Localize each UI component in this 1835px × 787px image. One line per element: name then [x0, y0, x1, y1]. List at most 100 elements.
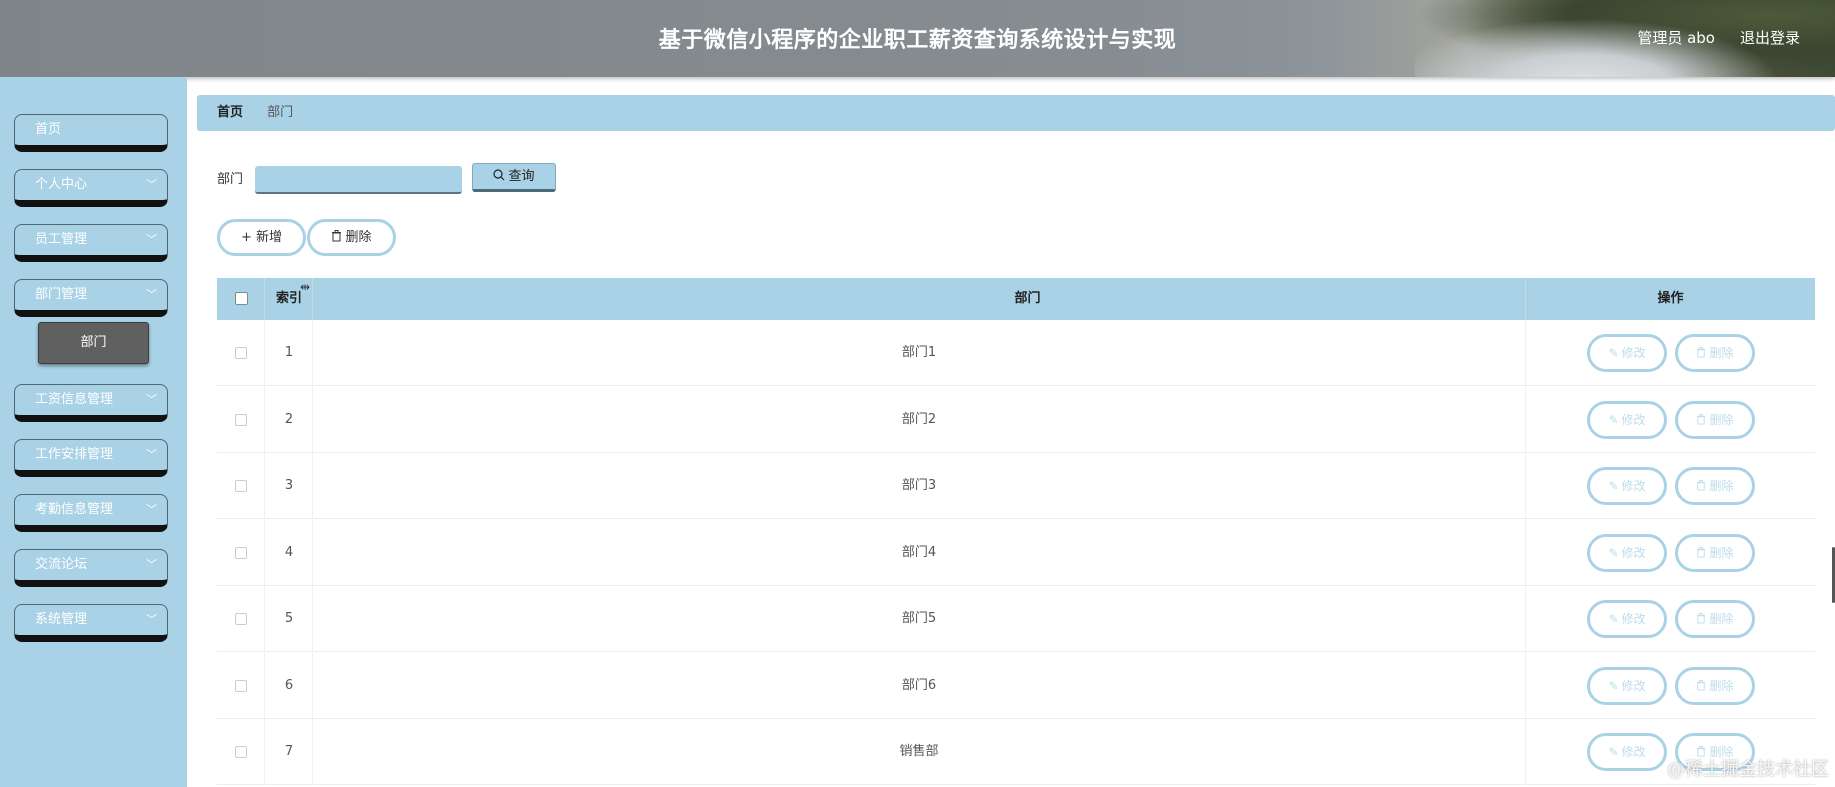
row-checkbox[interactable] — [235, 613, 247, 625]
edit-button[interactable]: ✎ 修改 — [1587, 733, 1667, 771]
sidebar: 首页 个人中心 ﹀ 员工管理 ﹀ 部门管理 ﹀ 部门 工资信息管理 ﹀ 工作安排… — [0, 77, 187, 787]
trash-icon — [1697, 613, 1706, 624]
sidebar-item-salary-management[interactable]: 工资信息管理 ﹀ — [14, 384, 168, 422]
add-button[interactable]: + 新增 — [217, 219, 306, 256]
row-delete-button[interactable]: 删除 — [1675, 666, 1755, 705]
sidebar-item-employee-management[interactable]: 员工管理 ﹀ — [14, 224, 168, 262]
table-header: 索引 部门 操作 — [217, 278, 1815, 320]
app-title: 基于微信小程序的企业职工薪资查询系统设计与实现 — [658, 28, 1177, 53]
sidebar-subitem-department[interactable]: 部门 — [38, 322, 149, 364]
cell-index: 7 — [284, 744, 294, 759]
edit-button[interactable]: ✎ 修改 — [1587, 666, 1667, 705]
delete-button-label: 删除 — [345, 230, 372, 245]
edit-button[interactable]: ✎ 修改 — [1587, 467, 1667, 505]
sidebar-item-system-management[interactable]: 系统管理 ﹀ — [14, 604, 168, 642]
select-all-checkbox[interactable] — [235, 292, 248, 305]
row-checkbox[interactable] — [235, 347, 247, 359]
sidebar-item-department-management[interactable]: 部门管理 ﹀ — [14, 279, 168, 317]
chevron-down-icon: ﹀ — [146, 448, 157, 461]
logout-link[interactable]: 退出登录 — [1740, 27, 1800, 48]
table-row: 5 部门5 ✎ 修改 删除 — [217, 586, 1815, 652]
sidebar-item-home[interactable]: 首页 — [14, 114, 168, 152]
table-row: 3 部门3 ✎ 修改 删除 — [217, 453, 1815, 519]
row-delete-button[interactable]: 删除 — [1675, 533, 1755, 572]
edit-button[interactable]: ✎ 修改 — [1587, 400, 1667, 439]
sidebar-item-label: 工作安排管理 — [35, 447, 114, 462]
table-row: 7 销售部 ✎ 修改 删除 — [217, 719, 1815, 785]
chevron-down-icon: ﹀ — [146, 393, 157, 406]
row-delete-button-label: 删除 — [1709, 545, 1734, 560]
edit-button-label: 修改 — [1621, 678, 1646, 693]
search-button[interactable]: 查询 — [472, 163, 556, 192]
sidebar-item-label: 交流论坛 — [35, 557, 88, 572]
breadcrumb-home[interactable]: 首页 — [217, 105, 243, 120]
column-divider — [1525, 719, 1526, 785]
row-checkbox[interactable] — [235, 679, 247, 692]
pencil-icon: ✎ — [1608, 346, 1619, 360]
row-checkbox[interactable] — [235, 546, 247, 559]
breadcrumb-current: 部门 — [267, 105, 294, 120]
trash-icon — [332, 230, 342, 242]
cell-department: 部门1 — [901, 345, 937, 360]
row-delete-button[interactable]: 删除 — [1675, 400, 1755, 439]
column-divider — [1525, 519, 1526, 586]
sidebar-item-label: 部门管理 — [35, 287, 88, 302]
row-delete-button[interactable]: 删除 — [1675, 467, 1755, 505]
current-user-label: 管理员 abo — [1637, 29, 1715, 47]
trash-icon — [1697, 413, 1706, 424]
chevron-down-icon: ﹀ — [146, 613, 157, 626]
column-divider — [1525, 386, 1526, 453]
edit-button[interactable]: ✎ 修改 — [1587, 600, 1667, 638]
row-checkbox[interactable] — [235, 746, 247, 758]
pencil-icon: ✎ — [1608, 412, 1619, 427]
row-checkbox[interactable] — [235, 480, 247, 492]
table-row: 6 部门6 ✎ 修改 删除 — [217, 652, 1815, 719]
table-row: 2 部门2 ✎ 修改 删除 — [217, 386, 1815, 453]
sidebar-item-attendance[interactable]: 考勤信息管理 ﹀ — [14, 494, 168, 532]
edit-button-label: 修改 — [1621, 346, 1646, 360]
column-divider — [1525, 320, 1526, 386]
row-delete-button-label: 删除 — [1709, 479, 1734, 493]
delete-button[interactable]: 删除 — [307, 219, 396, 256]
row-delete-button[interactable]: 删除 — [1675, 334, 1755, 372]
sidebar-item-label: 员工管理 — [35, 232, 88, 247]
sidebar-item-label: 系统管理 — [35, 612, 88, 627]
cell-index: 2 — [284, 411, 294, 427]
chevron-down-icon: ﹀ — [146, 288, 157, 301]
table-row: 1 部门1 ✎ 修改 删除 — [217, 320, 1815, 386]
row-delete-button-label: 删除 — [1709, 612, 1734, 626]
chevron-down-icon: ﹀ — [146, 503, 157, 516]
sidebar-item-forum[interactable]: 交流论坛 ﹀ — [14, 549, 168, 587]
chevron-down-icon: ﹀ — [146, 233, 157, 246]
chevron-down-icon: ﹀ — [146, 558, 157, 571]
sidebar-item-label: 工资信息管理 — [35, 392, 114, 407]
trash-icon — [1697, 480, 1706, 491]
edit-button-label: 修改 — [1621, 412, 1646, 427]
app-header: 基于微信小程序的企业职工薪资查询系统设计与实现 管理员 abo 退出登录 — [0, 0, 1835, 77]
column-divider — [1525, 278, 1526, 320]
edit-button[interactable]: ✎ 修改 — [1587, 334, 1667, 372]
pencil-icon: ✎ — [1608, 678, 1619, 693]
sidebar-item-personal-center[interactable]: 个人中心 ﹀ — [14, 169, 168, 207]
department-search-input[interactable] — [255, 166, 462, 194]
row-delete-button[interactable]: 删除 — [1675, 600, 1755, 638]
column-header-actions: 操作 — [1657, 291, 1684, 306]
cell-index: 4 — [284, 544, 294, 560]
sidebar-item-label: 首页 — [35, 122, 62, 137]
trash-icon — [1697, 347, 1706, 358]
cell-index: 1 — [284, 345, 294, 360]
cell-department: 部门6 — [901, 677, 937, 693]
edit-button[interactable]: ✎ 修改 — [1587, 533, 1667, 572]
add-button-label: 新增 — [255, 230, 282, 245]
row-checkbox[interactable] — [235, 413, 247, 426]
cell-department: 销售部 — [899, 744, 939, 759]
trash-icon — [1697, 546, 1706, 557]
cell-index: 5 — [284, 611, 294, 626]
cell-department: 部门4 — [901, 544, 937, 560]
cell-department: 部门2 — [901, 411, 937, 427]
plus-icon: + — [241, 230, 252, 245]
sidebar-item-work-schedule[interactable]: 工作安排管理 ﹀ — [14, 439, 168, 477]
column-divider — [1525, 586, 1526, 652]
pencil-icon: ✎ — [1608, 745, 1619, 759]
search-button-label: 查询 — [508, 169, 535, 184]
